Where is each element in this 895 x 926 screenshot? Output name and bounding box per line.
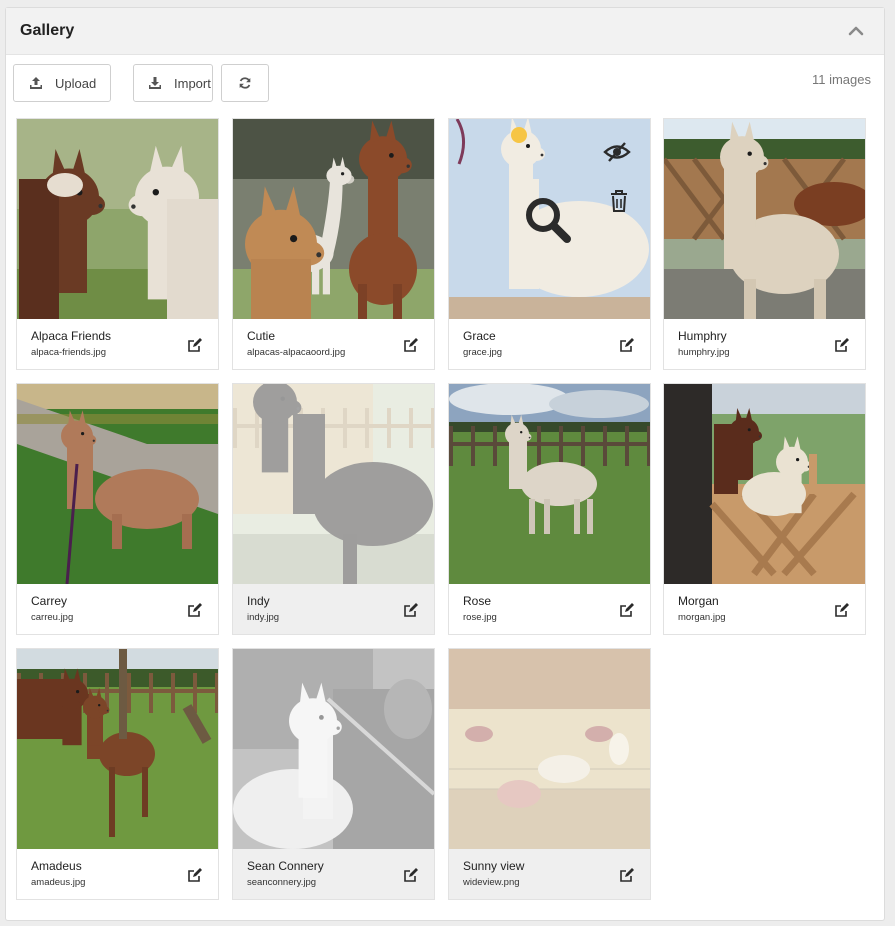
gallery-item[interactable]: Grace grace.jpg xyxy=(448,118,651,370)
upload-label: Upload xyxy=(55,75,97,91)
thumbnail-image[interactable] xyxy=(17,119,218,319)
chevron-up-icon[interactable] xyxy=(848,24,864,38)
edit-icon[interactable] xyxy=(619,602,635,618)
edit-icon[interactable] xyxy=(187,867,203,883)
import-button[interactable]: Import xyxy=(133,64,213,102)
gallery-item[interactable]: Cutie alpacas-alpacaoord.jpg xyxy=(232,118,435,370)
gallery-item[interactable]: Humphry humphry.jpg xyxy=(663,118,866,370)
thumbnail-image[interactable] xyxy=(17,384,218,584)
refresh-button[interactable] xyxy=(221,64,269,102)
refresh-icon xyxy=(239,77,251,89)
gallery-item[interactable]: Amadeus amadeus.jpg xyxy=(16,648,219,900)
upload-icon xyxy=(30,77,42,89)
thumbnail-image[interactable] xyxy=(233,119,434,319)
edit-icon[interactable] xyxy=(403,337,419,353)
gallery-item[interactable]: Rose rose.jpg xyxy=(448,383,651,635)
trash-icon[interactable] xyxy=(609,189,629,213)
edit-icon[interactable] xyxy=(187,337,203,353)
thumbnail-image[interactable] xyxy=(449,384,650,584)
thumbnail-image[interactable] xyxy=(17,649,218,849)
thumbnail-image[interactable] xyxy=(664,119,865,319)
thumbnail-image[interactable] xyxy=(449,119,650,319)
eye-slash-icon[interactable] xyxy=(603,141,631,163)
download-icon xyxy=(149,77,161,89)
thumbnail-image[interactable] xyxy=(664,384,865,584)
edit-icon[interactable] xyxy=(619,337,635,353)
edit-icon[interactable] xyxy=(834,337,850,353)
thumbnail-image[interactable] xyxy=(233,649,434,849)
edit-icon[interactable] xyxy=(403,867,419,883)
panel-header: Gallery xyxy=(6,8,884,55)
gallery-item[interactable]: Alpaca Friends alpaca-friends.jpg xyxy=(16,118,219,370)
edit-icon[interactable] xyxy=(187,602,203,618)
upload-button[interactable]: Upload xyxy=(13,64,111,102)
gallery-item[interactable]: Indy indy.jpg xyxy=(232,383,435,635)
panel-title: Gallery xyxy=(20,22,75,39)
edit-icon[interactable] xyxy=(403,602,419,618)
gallery-item[interactable]: Carrey carreu.jpg xyxy=(16,383,219,635)
gallery-item[interactable]: Sean Connery seanconnery.jpg xyxy=(232,648,435,900)
image-grid: Alpaca Friends alpaca-friends.jpg Cutie … xyxy=(16,118,866,900)
edit-icon[interactable] xyxy=(834,602,850,618)
thumbnail-image[interactable] xyxy=(233,384,434,584)
import-label: Import xyxy=(174,75,211,91)
image-count: 11 images xyxy=(811,72,871,87)
thumbnail-image[interactable] xyxy=(449,649,650,849)
gallery-item[interactable]: Sunny view wideview.png xyxy=(448,648,651,900)
edit-icon[interactable] xyxy=(619,867,635,883)
gallery-item[interactable]: Morgan morgan.jpg xyxy=(663,383,866,635)
search-icon[interactable] xyxy=(523,195,573,245)
